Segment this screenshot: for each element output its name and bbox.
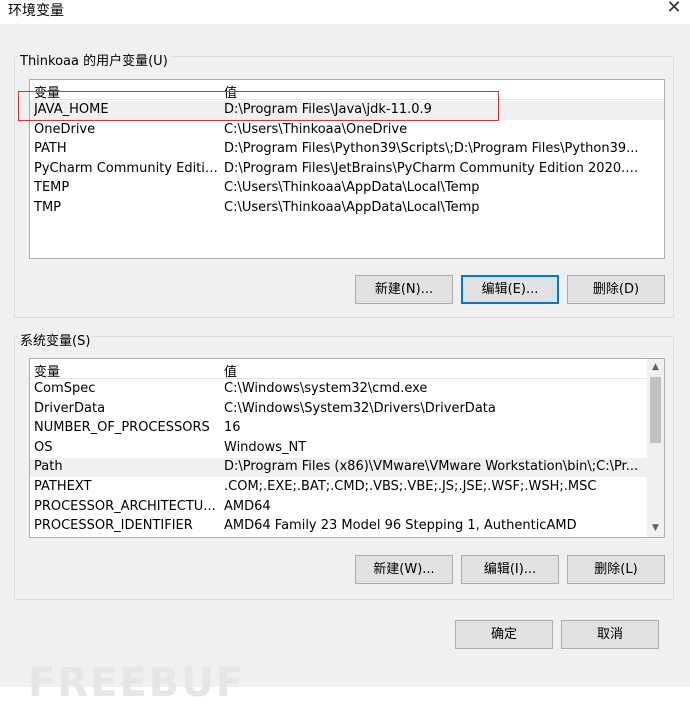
variable-name-cell: Path [34, 459, 63, 475]
table-row[interactable]: PATHEXT .COM;.EXE;.BAT;.CMD;.VBS;.VBE;.JS… [30, 478, 664, 497]
variable-name-cell: TEMP [34, 180, 70, 196]
environment-variables-dialog: 环境变量 ✕ Thinkoaa 的用户变量(U) 变量 值 JAVA_HOME D… [0, 0, 690, 706]
user-new-button[interactable]: 新建(N)... [355, 275, 453, 304]
system-delete-button[interactable]: 删除(L) [567, 555, 665, 584]
table-row[interactable]: PROCESSOR_ARCHITECTU... AMD64 [30, 498, 664, 517]
table-row[interactable]: ComSpec C:\Windows\system32\cmd.exe [30, 380, 664, 399]
variable-name-cell: PROCESSOR_IDENTIFIER [34, 518, 193, 534]
variable-name-cell: NUMBER_OF_PROCESSORS [34, 420, 210, 436]
scroll-thumb[interactable] [650, 377, 661, 443]
variable-value-cell: .COM;.EXE;.BAT;.CMD;.VBS;.VBE;.JS;.JSE;.… [224, 479, 597, 494]
table-row[interactable]: OS Windows_NT [30, 439, 664, 458]
variable-value-cell: C:\Users\Thinkoaa\OneDrive [224, 121, 408, 137]
annotation-highlight-box [18, 91, 499, 121]
variable-value-cell: C:\Windows\system32\cmd.exe [224, 381, 428, 396]
column-header-value[interactable]: 值 [224, 361, 237, 380]
table-row[interactable]: OneDrive C:\Users\Thinkoaa\OneDrive [30, 121, 664, 140]
table-row[interactable]: PyCharm Community Edition D:\Program File… [30, 160, 664, 179]
variable-value-cell: D:\Program Files\Python39\Scripts\;D:\Pr… [224, 141, 639, 157]
table-row[interactable]: DriverData C:\Windows\System32\Drivers\Dr… [30, 400, 664, 419]
variable-name-cell: PATH [34, 141, 67, 157]
variable-value-cell: Windows_NT [224, 439, 307, 455]
user-delete-button[interactable]: 删除(D) [567, 275, 665, 304]
system-new-button[interactable]: 新建(W)... [355, 555, 453, 584]
variable-name-cell: DriverData [34, 400, 106, 416]
variable-name-cell: PyCharm Community Edition [34, 160, 220, 176]
freebuf-watermark: FREEBUF [28, 660, 246, 706]
variable-name-cell: ComSpec [34, 381, 96, 396]
system-list-scrollbar[interactable]: ▲ ▼ [647, 359, 664, 537]
scroll-down-icon[interactable]: ▼ [647, 520, 664, 537]
table-row[interactable]: PATH D:\Program Files\Python39\Scripts\;D… [30, 140, 664, 159]
variable-value-cell: C:\Users\Thinkoaa\AppData\Local\Temp [224, 200, 480, 215]
variable-value-cell: D:\Program Files\JetBrains\PyCharm Commu… [224, 160, 642, 176]
table-row[interactable]: TMP C:\Users\Thinkoaa\AppData\Local\Temp [30, 199, 664, 218]
variable-value-cell: AMD64 [224, 498, 271, 514]
variable-name-cell: PROCESSOR_ARCHITECTU... [34, 498, 216, 514]
variable-value-cell: 16 [224, 420, 241, 436]
title-bar: 环境变量 ✕ [0, 0, 690, 24]
close-icon[interactable]: ✕ [662, 0, 686, 20]
variable-value-cell: C:\Users\Thinkoaa\AppData\Local\Temp [224, 180, 480, 196]
variable-value-cell: AMD64 Family 23 Model 96 Stepping 1, Aut… [224, 518, 577, 534]
variable-name-cell: TMP [34, 200, 61, 215]
variable-name-cell: OneDrive [34, 121, 96, 137]
table-row[interactable]: NUMBER_OF_PROCESSORS 16 [30, 419, 664, 438]
user-edit-button[interactable]: 编辑(E)... [461, 275, 559, 304]
table-row[interactable]: PROCESSOR_IDENTIFIER AMD64 Family 23 Mode… [30, 517, 664, 536]
user-variables-label: Thinkoaa 的用户变量(U) [18, 50, 170, 69]
system-edit-button[interactable]: 编辑(I)... [461, 555, 559, 584]
system-variables-list[interactable]: 变量 值 ComSpec C:\Windows\system32\cmd.exe D… [29, 358, 665, 538]
cancel-button[interactable]: 取消 [561, 620, 659, 649]
table-row[interactable]: TEMP C:\Users\Thinkoaa\AppData\Local\Temp [30, 179, 664, 198]
ok-button[interactable]: 确定 [455, 620, 553, 649]
variable-value-cell: D:\Program Files (x86)\VMware\VMware Wor… [224, 459, 639, 475]
column-header-variable[interactable]: 变量 [34, 361, 60, 380]
window-title: 环境变量 [8, 3, 64, 19]
table-row[interactable]: Path D:\Program Files (x86)\VMware\VMware… [30, 458, 664, 478]
variable-name-cell: OS [34, 439, 53, 455]
dialog-body: Thinkoaa 的用户变量(U) 变量 值 JAVA_HOME D:\Progr… [0, 24, 690, 706]
system-list-header: 变量 值 [30, 359, 664, 380]
variable-value-cell: C:\Windows\System32\Drivers\DriverData [224, 400, 496, 416]
variable-name-cell: PATHEXT [34, 479, 92, 494]
system-variables-label: 系统变量(S) [18, 330, 93, 349]
scroll-up-icon[interactable]: ▲ [647, 359, 664, 376]
